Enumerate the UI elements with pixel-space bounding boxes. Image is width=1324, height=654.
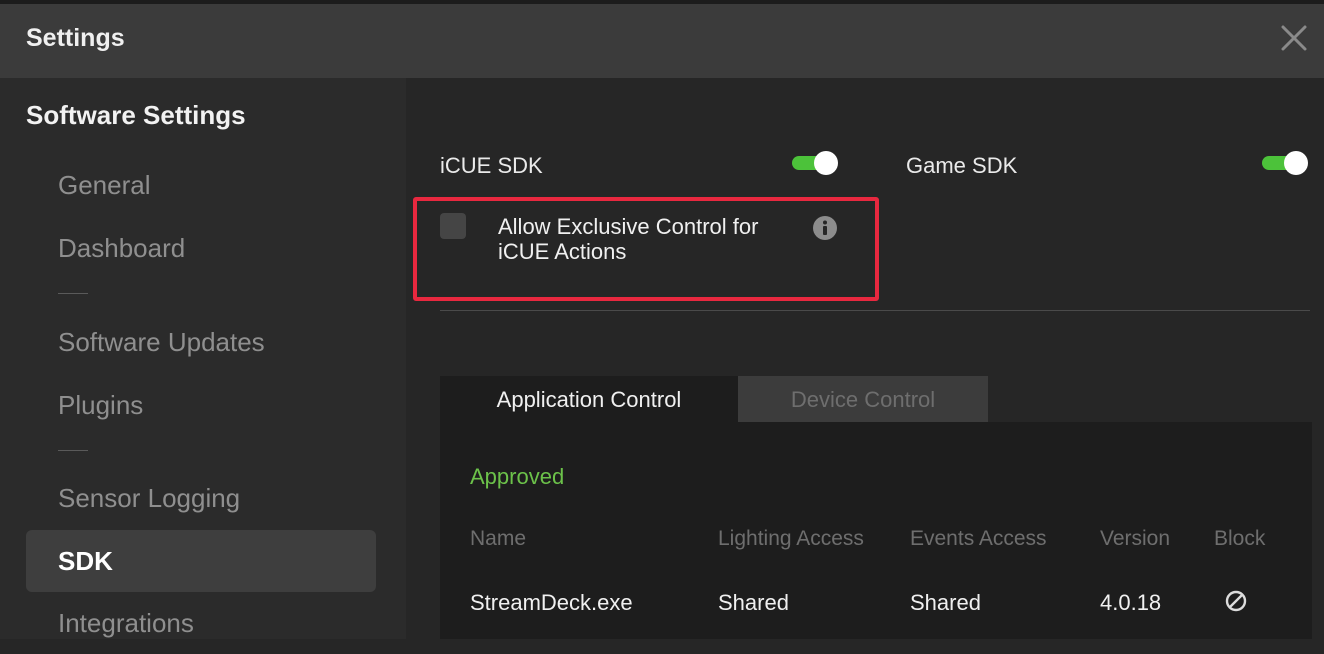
sidebar-separator — [58, 293, 88, 294]
sidebar-item-label: Plugins — [58, 390, 144, 420]
settings-window: Settings Software Settings General Dashb… — [0, 0, 1324, 639]
row-events-access: Shared — [910, 590, 981, 615]
approved-section-title: Approved — [470, 464, 565, 489]
sidebar-item-dashboard[interactable]: Dashboard — [26, 217, 376, 279]
tab-application-control[interactable]: Application Control — [440, 376, 738, 424]
title-bar: Settings — [0, 0, 1324, 78]
sidebar-item-integrations[interactable]: Integrations — [26, 592, 376, 654]
toggle-knob — [814, 151, 838, 175]
sidebar-separator — [58, 450, 88, 451]
column-header-version: Version — [1100, 527, 1171, 550]
tab-label: Application Control — [496, 387, 682, 412]
application-control-panel: Approved Name Lighting Access Events Acc… — [440, 422, 1312, 639]
section-divider — [440, 310, 1310, 311]
game-sdk-label: Game SDK — [906, 153, 1018, 178]
sidebar-item-general[interactable]: General — [26, 154, 376, 216]
block-icon[interactable] — [1224, 589, 1248, 613]
exclusive-control-label: Allow Exclusive Control for iCUE Actions — [498, 214, 759, 264]
column-header-events-access: Events Access — [910, 527, 1047, 550]
column-header-block: Block — [1214, 527, 1266, 550]
sdk-panel: iCUE SDK Game SDK Allow Exclusive Contro… — [406, 78, 1324, 639]
sidebar-item-sensor-logging[interactable]: Sensor Logging — [26, 467, 376, 529]
column-header-lighting-access: Lighting Access — [718, 527, 864, 550]
tab-device-control[interactable]: Device Control — [738, 376, 988, 424]
sidebar-heading: Software Settings — [26, 100, 246, 130]
exclusive-control-checkbox[interactable] — [440, 213, 466, 239]
row-name: StreamDeck.exe — [470, 590, 633, 615]
icue-sdk-label: iCUE SDK — [440, 153, 543, 178]
row-lighting-access: Shared — [718, 590, 789, 615]
sidebar-item-label: SDK — [58, 546, 113, 576]
info-icon[interactable] — [812, 215, 838, 241]
sidebar-item-software-updates[interactable]: Software Updates — [26, 311, 376, 373]
window-title: Settings — [26, 24, 125, 52]
toggle-knob — [1284, 151, 1308, 175]
sidebar-item-plugins[interactable]: Plugins — [26, 374, 376, 436]
column-header-name: Name — [470, 527, 527, 550]
sidebar-item-label: Sensor Logging — [58, 483, 241, 513]
sidebar-item-label: Software Updates — [58, 327, 265, 357]
sidebar-item-label: General — [58, 170, 151, 200]
sidebar-item-label: Dashboard — [58, 233, 186, 263]
sidebar-item-label: Integrations — [58, 608, 194, 638]
tab-label: Device Control — [790, 387, 936, 412]
game-sdk-toggle[interactable] — [1262, 150, 1308, 176]
icue-sdk-toggle[interactable] — [792, 150, 838, 176]
close-icon[interactable] — [1278, 22, 1310, 54]
sidebar: Software Settings General Dashboard Soft… — [0, 78, 406, 639]
row-version: 4.0.18 — [1100, 590, 1162, 615]
sidebar-item-sdk[interactable]: SDK — [26, 530, 376, 592]
